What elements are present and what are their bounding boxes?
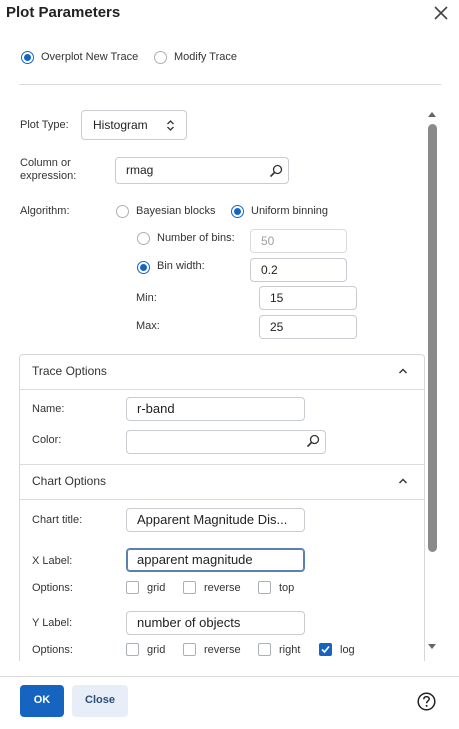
x-grid-checkbox[interactable] [126,581,139,594]
plot-type-select[interactable]: Histogram [81,110,187,140]
x-top-checkbox[interactable] [258,581,271,594]
max-value: 25 [270,320,284,334]
divider [20,499,424,500]
y-reverse-checkbox[interactable] [183,643,196,656]
chart-title-label: Chart title: [32,514,83,526]
dialog-title: Plot Parameters [6,4,121,21]
trace-name-label: Name: [32,403,65,415]
bayesian-label[interactable]: Bayesian blocks [136,205,216,217]
divider [20,389,424,390]
max-label: Max: [136,320,160,332]
y-reverse-label[interactable]: reverse [204,644,241,656]
scroll-up-icon[interactable] [426,110,438,119]
x-reverse-label[interactable]: reverse [204,582,241,594]
x-label-input[interactable]: apparent magnitude [126,548,305,572]
x-options-label: Options: [32,582,73,594]
column-label: Column or expression: [20,157,77,182]
bin-width-radio[interactable] [137,261,150,274]
min-label: Min: [136,292,157,304]
y-right-label[interactable]: right [279,644,300,656]
y-right-checkbox[interactable] [258,643,271,656]
plot-type-value: Histogram [93,118,148,132]
bin-width-value: 0.2 [261,263,278,277]
modify-label[interactable]: Modify Trace [174,51,237,63]
num-bins-radio[interactable] [137,232,150,245]
y-label-value: number of objects [137,615,241,630]
updown-chevron-icon [167,120,174,131]
column-input[interactable]: rmag [115,157,289,184]
divider [19,84,441,85]
num-bins-input[interactable]: 50 [250,229,347,253]
x-label-label: X Label: [32,555,73,567]
max-input[interactable]: 25 [259,315,357,339]
ok-button[interactable]: OK [20,685,64,717]
search-icon[interactable] [306,434,320,448]
uniform-radio[interactable] [231,205,244,218]
num-bins-value: 50 [261,234,275,248]
close-icon[interactable] [432,4,450,22]
bayesian-radio[interactable] [116,205,129,218]
help-icon[interactable] [417,692,436,711]
num-bins-label[interactable]: Number of bins: [157,232,235,244]
scroll-down-icon[interactable] [426,642,438,651]
y-grid-checkbox[interactable] [126,643,139,656]
uniform-label[interactable]: Uniform binning [251,205,328,217]
scrollbar-thumb[interactable] [428,124,437,552]
modify-radio[interactable] [154,51,167,64]
search-icon[interactable] [269,164,283,178]
y-log-checkbox[interactable] [319,643,332,656]
y-grid-label[interactable]: grid [147,644,165,656]
divider [20,464,424,465]
chevron-up-icon[interactable] [398,476,408,486]
trace-color-label: Color: [32,434,62,446]
overplot-radio[interactable] [21,51,34,64]
column-value: rmag [126,163,154,177]
y-label-label: Y Label: [32,617,73,629]
scroll-content: Plot Type: Histogram Column or expressio… [0,100,459,661]
chart-title-value: Apparent Magnitude Dis... [137,512,288,527]
bin-width-label[interactable]: Bin width: [157,260,205,272]
y-options-label: Options: [32,644,73,656]
x-reverse-checkbox[interactable] [183,581,196,594]
trace-name-value: r-band [137,401,175,416]
x-grid-label[interactable]: grid [147,582,165,594]
min-input[interactable]: 15 [259,286,357,310]
min-value: 15 [270,291,284,305]
overplot-label[interactable]: Overplot New Trace [41,51,138,63]
algorithm-label: Algorithm: [20,205,70,217]
chevron-up-icon[interactable] [398,366,408,376]
x-label-value: apparent magnitude [137,552,253,567]
trace-options-header[interactable]: Trace Options [32,364,107,378]
x-top-label[interactable]: top [279,582,294,594]
trace-color-input[interactable] [126,430,326,454]
chart-options-header[interactable]: Chart Options [32,474,106,488]
y-label-input[interactable]: number of objects [126,611,305,635]
chart-title-input[interactable]: Apparent Magnitude Dis... [126,508,305,532]
y-log-label[interactable]: log [340,644,355,656]
trace-name-input[interactable]: r-band [126,397,305,421]
close-button[interactable]: Close [72,685,128,717]
footer-divider [0,676,459,677]
checkmark-icon [321,645,330,654]
bin-width-input[interactable]: 0.2 [250,258,347,282]
plot-type-label: Plot Type: [20,119,69,131]
